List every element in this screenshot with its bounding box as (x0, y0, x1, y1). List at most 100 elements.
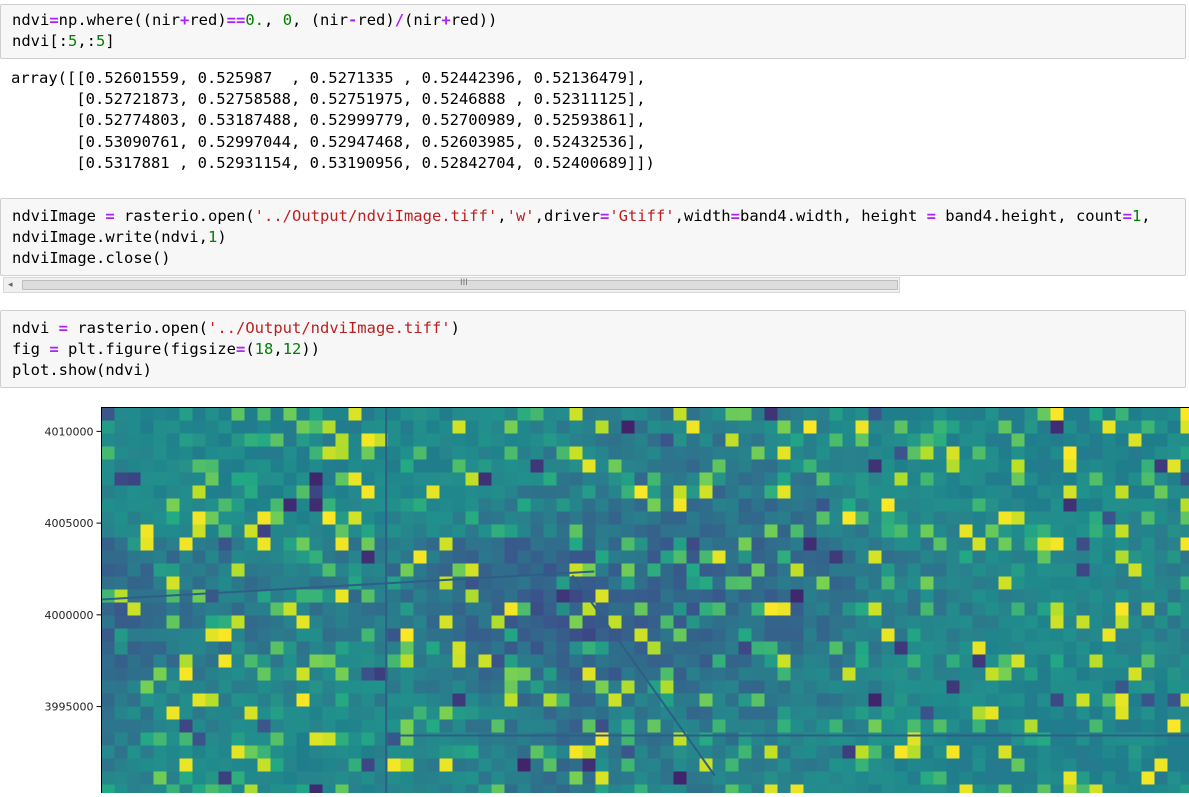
raster-cell (778, 707, 791, 720)
code-cell-2-source[interactable]: ndviImage = rasterio.open('../Output/ndv… (1, 199, 1185, 269)
raster-cell (1038, 785, 1051, 794)
raster-cell (349, 733, 362, 746)
code-token: = (600, 207, 609, 225)
raster-cell (908, 577, 921, 590)
raster-cell (1077, 785, 1090, 794)
raster-cell (440, 408, 453, 421)
raster-cell (1103, 421, 1116, 434)
raster-cell (141, 694, 154, 707)
raster-cell (1025, 512, 1038, 525)
raster-cell (1038, 759, 1051, 772)
raster-cell (245, 525, 258, 538)
raster-cell (544, 486, 557, 499)
raster-cell (570, 616, 583, 629)
raster-cell (388, 525, 401, 538)
raster-cell (778, 551, 791, 564)
raster-cell (973, 733, 986, 746)
raster-cell (622, 512, 635, 525)
raster-cell (674, 434, 687, 447)
raster-cell (817, 447, 830, 460)
raster-cell (804, 408, 817, 421)
code-token: = (59, 319, 68, 337)
raster-cell (427, 733, 440, 746)
raster-cell (713, 759, 726, 772)
code-token: = (927, 207, 936, 225)
raster-cell (687, 629, 700, 642)
code-line: ndviImage.close() (12, 249, 171, 267)
raster-cell (1077, 746, 1090, 759)
raster-cell (388, 447, 401, 460)
raster-cell (843, 629, 856, 642)
raster-cell (817, 421, 830, 434)
raster-cell (570, 499, 583, 512)
raster-cell (492, 551, 505, 564)
raster-cell (219, 785, 232, 794)
raster-cell (713, 408, 726, 421)
raster-cell (336, 525, 349, 538)
raster-cell (986, 538, 999, 551)
raster-cell (609, 486, 622, 499)
raster-cell (284, 499, 297, 512)
raster-cell (180, 772, 193, 785)
raster-cell (453, 772, 466, 785)
raster-cell (1116, 655, 1129, 668)
code-cell-3[interactable]: ndvi = rasterio.open('../Output/ndviImag… (0, 310, 1186, 388)
raster-cell (505, 421, 518, 434)
raster-cell (128, 460, 141, 473)
raster-cell (622, 733, 635, 746)
raster-cell (843, 499, 856, 512)
raster-cell (297, 785, 310, 794)
raster-cell (206, 642, 219, 655)
raster-cell (791, 486, 804, 499)
raster-cell (349, 408, 362, 421)
raster-cell (791, 707, 804, 720)
raster-cell (284, 486, 297, 499)
raster-cell (622, 460, 635, 473)
raster-cell (297, 486, 310, 499)
raster-cell (180, 668, 193, 681)
raster-cell (960, 785, 973, 794)
raster-cell (1012, 421, 1025, 434)
raster-cell (518, 785, 531, 794)
raster-cell (349, 642, 362, 655)
scroll-left-arrow-icon[interactable]: ◂ (8, 280, 13, 290)
raster-cell (804, 473, 817, 486)
raster-cell (908, 551, 921, 564)
raster-cell (1064, 733, 1077, 746)
raster-cell (440, 486, 453, 499)
raster-cell (674, 785, 687, 794)
raster-cell (154, 538, 167, 551)
raster-cell (141, 642, 154, 655)
raster-cell (1051, 525, 1064, 538)
raster-cell (830, 616, 843, 629)
raster-cell (154, 512, 167, 525)
raster-cell (1129, 499, 1142, 512)
raster-cell (531, 525, 544, 538)
scrollbar-thumb[interactable]: III (22, 280, 898, 290)
raster-cell (466, 564, 479, 577)
raster-cell (648, 512, 661, 525)
raster-cell (752, 616, 765, 629)
raster-cell (882, 473, 895, 486)
raster-cell (479, 642, 492, 655)
raster-cell (1012, 473, 1025, 486)
raster-cell (388, 434, 401, 447)
raster-cell (856, 499, 869, 512)
raster-cell (687, 707, 700, 720)
code-cell-1-source[interactable]: ndvi=np.where((nir+red)==0., 0, (nir-red… (1, 5, 1185, 52)
horizontal-scrollbar[interactable]: ◂ III (3, 277, 900, 293)
raster-cell (1103, 486, 1116, 499)
raster-cell (960, 707, 973, 720)
code-cell-2[interactable]: ndviImage = rasterio.open('../Output/ndv… (0, 198, 1186, 276)
raster-cell (128, 551, 141, 564)
raster-cell (661, 668, 674, 681)
raster-cell (297, 603, 310, 616)
raster-cell (921, 707, 934, 720)
raster-cell (856, 434, 869, 447)
raster-cell (973, 512, 986, 525)
raster-cell (219, 434, 232, 447)
raster-cell (882, 564, 895, 577)
raster-cell (1012, 577, 1025, 590)
code-cell-3-source[interactable]: ndvi = rasterio.open('../Output/ndviImag… (1, 311, 1185, 381)
code-cell-1[interactable]: ndvi=np.where((nir+red)==0., 0, (nir-red… (0, 4, 1186, 59)
